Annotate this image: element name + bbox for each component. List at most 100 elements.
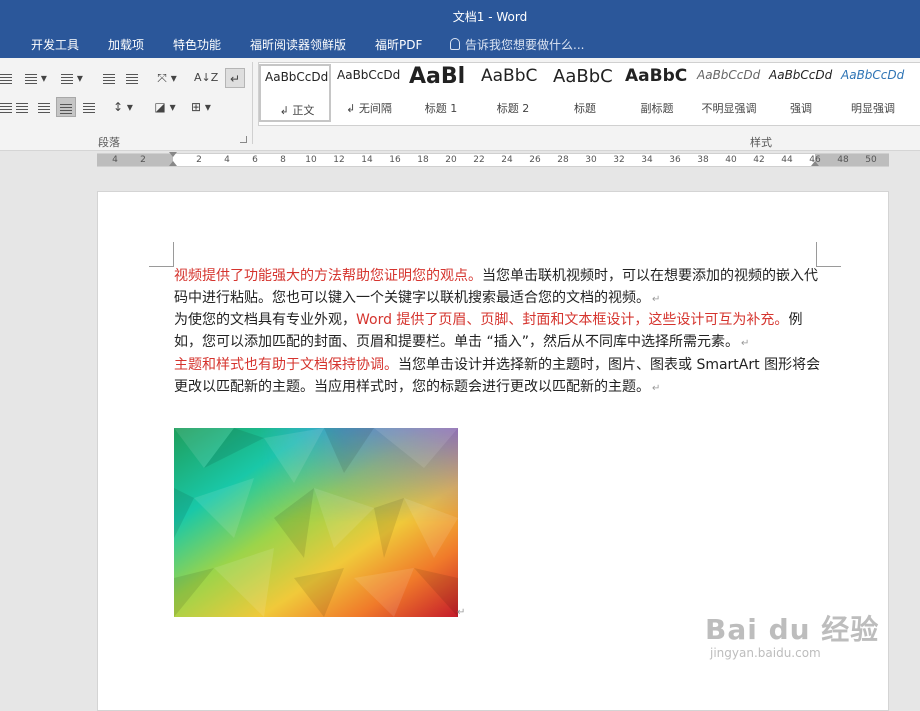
- lightbulb-icon: [450, 38, 460, 50]
- decrease-indent-button[interactable]: [100, 68, 118, 88]
- ribbon: ▾ ▾ ⤧ ▾ A↓Z ↵ ↕ ▾ ◪ ▾ ⊞ ▾ 段落 AaBbCcDd ↲ …: [0, 58, 920, 151]
- style-name: 标题 1: [424, 102, 458, 115]
- multilevel-list-icon: [61, 73, 74, 84]
- ruler-tick: 38: [697, 155, 709, 165]
- style-name: 标题 2: [496, 102, 530, 115]
- align-left-button[interactable]: [0, 97, 12, 117]
- style-preview: AaBbCcDd: [265, 70, 329, 84]
- tab-special-features[interactable]: 特色功能: [173, 36, 221, 53]
- watermark-brand: Bai du 经验: [705, 613, 880, 646]
- ruler-tick: 6: [252, 155, 258, 165]
- align-right-button[interactable]: [35, 97, 53, 117]
- shading-button[interactable]: ◪ ▾: [150, 97, 180, 117]
- ruler-tick: 14: [361, 155, 373, 165]
- borders-icon: ⊞: [191, 100, 202, 114]
- style-subtle-emphasis[interactable]: AaBbCcDd 不明显强调: [693, 64, 765, 122]
- justify-icon: [60, 103, 72, 114]
- ruler-tick: 20: [445, 155, 457, 165]
- line-spacing-icon: ↕: [113, 100, 124, 114]
- tab-foxit-reader[interactable]: 福昕阅读器领鲜版: [250, 36, 346, 53]
- ruler-tick: 48: [837, 155, 849, 165]
- style-name: 强调: [790, 102, 812, 115]
- inserted-picture[interactable]: [174, 428, 458, 617]
- document-body[interactable]: 视频提供了功能强大的方法帮助您证明您的观点。当您单击联机视频时，可以在想要添加的…: [174, 266, 824, 399]
- ruler-tick: 24: [501, 155, 513, 165]
- ruler-tick: 4: [224, 155, 230, 165]
- title-bar: 文档1 - Word: [0, 0, 920, 32]
- window-title: 文档1 - Word: [452, 10, 528, 24]
- tell-me-search[interactable]: 告诉我您想要做什么...: [450, 36, 584, 53]
- justify-button[interactable]: [56, 97, 76, 117]
- style-heading-1[interactable]: AaBl 标题 1: [405, 64, 477, 122]
- ribbon-tabs: 开发工具 加载项 特色功能 福昕阅读器领鲜版 福昕PDF 告诉我您想要做什么..…: [0, 32, 920, 58]
- dialog-launcher-icon[interactable]: [240, 136, 247, 143]
- paragraph-mark: ↵: [652, 382, 661, 394]
- multilevel-list-button[interactable]: ▾: [58, 68, 86, 88]
- paragraph-3[interactable]: 主题和样式也有助于文档保持协调。当您单击设计并选择新的主题时，图片、图表或 Sm…: [174, 355, 824, 399]
- paragraph-2-text-a: 为使您的文档具有专业外观，: [174, 312, 356, 329]
- chinese-layout-icon: ⤧: [157, 71, 167, 85]
- tab-addins[interactable]: 加载项: [108, 36, 144, 53]
- style-heading-2[interactable]: AaBbC 标题 2: [477, 64, 549, 122]
- style-preview: AaBbCcDd: [697, 68, 761, 82]
- ruler-tick: 30: [585, 155, 597, 165]
- ruler-tick: 16: [389, 155, 401, 165]
- tab-foxit-pdf[interactable]: 福昕PDF: [375, 36, 422, 53]
- ruler-tick: 22: [473, 155, 485, 165]
- sort-button[interactable]: A↓Z: [194, 68, 218, 88]
- increase-indent-button[interactable]: [123, 68, 141, 88]
- paragraph-1-highlight: 视频提供了功能强大的方法帮助您证明您的观点。: [174, 268, 482, 284]
- paragraph-1[interactable]: 视频提供了功能强大的方法帮助您证明您的观点。当您单击联机视频时，可以在想要添加的…: [174, 266, 824, 310]
- ruler-tick: 4: [112, 155, 118, 165]
- tab-developer[interactable]: 开发工具: [31, 36, 79, 53]
- style-preview: AaBbCcDd: [841, 68, 905, 82]
- paragraph-group-label: 段落: [98, 136, 120, 149]
- ruler-tick: 26: [529, 155, 541, 165]
- style-emphasis[interactable]: AaBbCcDd 强调: [765, 64, 837, 122]
- styles-gallery: AaBbCcDd ↲ 正文 AaBbCcDd ↲ 无间隔 AaBl 标题 1 A…: [258, 62, 920, 126]
- paragraph-mark: ↵: [740, 338, 750, 350]
- bullets-button[interactable]: [0, 68, 12, 88]
- style-preview: AaBl: [409, 64, 466, 89]
- style-title[interactable]: AaBbC 标题: [549, 64, 621, 122]
- paragraph-mark-icon: ↵: [229, 72, 241, 86]
- ruler-tick: 28: [557, 155, 569, 165]
- numbering-button[interactable]: ▾: [22, 68, 50, 88]
- crop-mark-right: [816, 242, 841, 267]
- numbered-list-icon: [25, 73, 38, 84]
- paragraph-2[interactable]: 为使您的文档具有专业外观，Word 提供了页眉、页脚、封面和文本框设计，这些设计…: [174, 310, 824, 354]
- style-intense-emphasis[interactable]: AaBbCcDd 明显强调: [837, 64, 909, 122]
- style-name: 明显强调: [851, 102, 895, 115]
- ruler-tick: 18: [417, 155, 429, 165]
- style-name: 副标题: [640, 102, 674, 115]
- first-line-indent-marker[interactable]: [169, 152, 177, 157]
- left-indent-marker[interactable]: [169, 161, 177, 166]
- style-preview: AaBbCcDd: [769, 68, 833, 82]
- line-spacing-button[interactable]: ↕ ▾: [108, 97, 138, 117]
- paragraph-2-highlight: Word 提供了页眉、页脚、封面和文本框设计，这些设计可互为补充。: [356, 312, 789, 329]
- borders-button[interactable]: ⊞ ▾: [186, 97, 216, 117]
- style-no-spacing[interactable]: AaBbCcDd ↲ 无间隔: [333, 64, 405, 122]
- right-indent-marker[interactable]: [811, 161, 819, 166]
- show-marks-button[interactable]: ↵: [225, 68, 245, 88]
- distributed-icon: [83, 102, 95, 113]
- ruler-tick: 32: [613, 155, 625, 165]
- distributed-button[interactable]: [80, 97, 98, 117]
- bullet-list-icon: [0, 73, 12, 84]
- ruler-tick: 10: [305, 155, 317, 165]
- ruler-tick: 36: [669, 155, 681, 165]
- paragraph-mark: ↵: [457, 607, 466, 618]
- style-name: ↲ 正文: [279, 104, 315, 117]
- decrease-indent-icon: [103, 73, 115, 84]
- style-name: 标题: [574, 102, 596, 115]
- style-normal[interactable]: AaBbCcDd ↲ 正文: [259, 64, 331, 122]
- watermark-url: jingyan.baidu.com: [710, 646, 821, 660]
- align-right-icon: [38, 102, 50, 113]
- horizontal-ruler[interactable]: 4 2 2 4 6 8 10 12 14 16 18 20 22 24 26 28 30 32 34 36 38 40…: [97, 152, 889, 167]
- align-center-button[interactable]: [13, 97, 31, 117]
- style-preview: AaBbCcDd: [337, 68, 401, 82]
- chinese-layout-button[interactable]: ⤧ ▾: [152, 68, 182, 88]
- group-divider: [252, 62, 253, 144]
- paragraph-mark: ↵: [652, 293, 661, 305]
- style-subtitle[interactable]: AaBbC 副标题: [621, 64, 693, 122]
